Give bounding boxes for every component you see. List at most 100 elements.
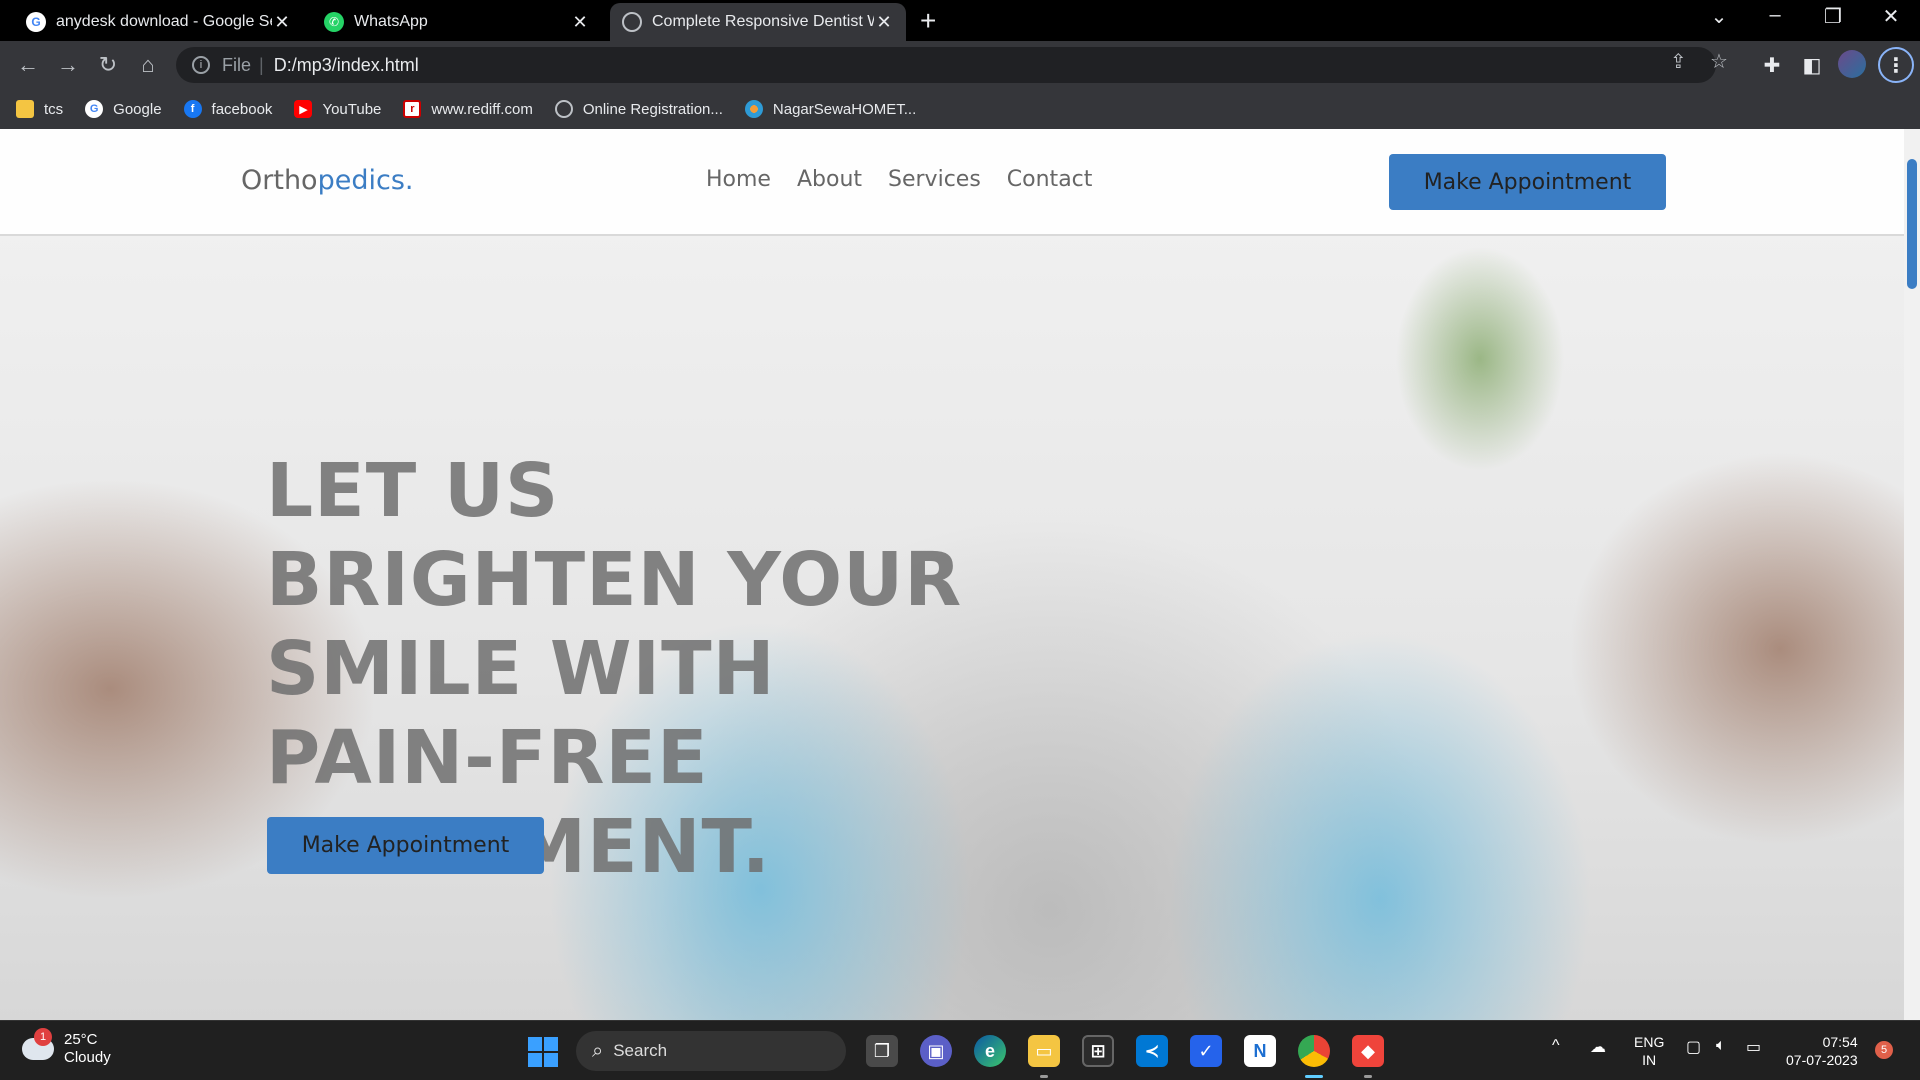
bookmark-youtube[interactable]: ▶ YouTube: [294, 100, 381, 118]
reload-icon[interactable]: ↻: [94, 51, 122, 79]
extensions-icon[interactable]: ✚: [1758, 51, 1786, 79]
edge-icon[interactable]: e: [974, 1035, 1006, 1067]
notion-like-app-icon[interactable]: N: [1244, 1035, 1276, 1067]
clock-date: 07-07-2023: [1786, 1052, 1858, 1068]
tab-title: anydesk download - Google Sear: [56, 13, 272, 30]
new-tab-button[interactable]: +: [920, 6, 936, 36]
todo-icon[interactable]: ✓: [1190, 1035, 1222, 1067]
vscode-icon[interactable]: ≺: [1136, 1035, 1168, 1067]
close-icon[interactable]: ✕: [272, 12, 292, 33]
globe-icon: [554, 100, 573, 118]
close-icon[interactable]: ✕: [570, 12, 590, 33]
site-header: Orthopedics. Home About Services Contact…: [0, 129, 1904, 236]
close-window-button[interactable]: ✕: [1868, 4, 1914, 29]
minimize-button[interactable]: –: [1752, 4, 1798, 27]
file-explorer-icon[interactable]: ▭: [1028, 1035, 1060, 1067]
bookmark-label: facebook: [211, 100, 273, 118]
task-view-icon[interactable]: ❐: [866, 1035, 898, 1067]
hero-make-appointment-button[interactable]: Make Appointment: [267, 817, 544, 874]
header-make-appointment-button[interactable]: Make Appointment: [1389, 154, 1666, 210]
tab-whatsapp[interactable]: ✆ WhatsApp ✕: [312, 3, 602, 41]
scrollbar-thumb[interactable]: [1907, 159, 1917, 289]
profile-avatar[interactable]: [1838, 50, 1866, 78]
volume-icon[interactable]: 🔈︎: [1716, 1037, 1726, 1055]
tab-anydesk-search[interactable]: G anydesk download - Google Sear ✕: [14, 3, 304, 41]
bookmark-label: NagarSewaHOMET...: [772, 100, 917, 118]
browser-tab-strip: G anydesk download - Google Sear ✕ ✆ Wha…: [0, 0, 1920, 41]
bookmark-label: www.rediff.com: [431, 100, 533, 118]
nav-contact[interactable]: Contact: [1007, 167, 1093, 192]
bookmark-label: Google: [113, 100, 162, 118]
bookmark-google[interactable]: G Google: [85, 100, 162, 118]
main-nav: Home About Services Contact: [706, 167, 1118, 192]
restore-button[interactable]: ❐: [1810, 4, 1856, 29]
address-separator: |: [259, 54, 264, 75]
logo-accent-text: pedics.: [317, 165, 414, 196]
battery-icon[interactable]: ▭: [1746, 1037, 1761, 1057]
home-icon[interactable]: ⌂: [134, 51, 162, 79]
browser-menu-icon[interactable]: ⋮: [1878, 47, 1914, 83]
bookmark-label: Online Registration...: [582, 100, 723, 118]
nav-services[interactable]: Services: [888, 167, 981, 192]
close-icon[interactable]: ✕: [874, 12, 894, 33]
nagarsewa-icon: [744, 100, 763, 118]
info-icon[interactable]: i: [192, 56, 210, 74]
notification-badge[interactable]: 5: [1875, 1041, 1893, 1059]
nav-home[interactable]: Home: [706, 167, 771, 192]
address-bar[interactable]: i File | D:/mp3/index.html: [176, 47, 1716, 83]
chevron-up-icon[interactable]: ^: [1552, 1037, 1560, 1055]
bookmark-rediff[interactable]: r www.rediff.com: [403, 100, 533, 118]
weather-temp: 25°C: [64, 1031, 98, 1048]
anydesk-icon[interactable]: ◆: [1352, 1035, 1384, 1067]
site-logo[interactable]: Orthopedics.: [241, 165, 413, 196]
search-label: Search: [613, 1041, 668, 1060]
bookmark-facebook[interactable]: f facebook: [183, 100, 273, 118]
globe-icon: [622, 12, 642, 32]
rediff-icon: r: [403, 100, 422, 118]
tab-title: Complete Responsive Dentist We: [652, 13, 874, 30]
windows-logo-tile: [544, 1037, 558, 1051]
page-scrollbar[interactable]: [1904, 129, 1920, 1020]
browser-toolbar: ← → ↻ ⌂ i File | D:/mp3/index.html ⇪ ☆ ✚…: [0, 41, 1920, 89]
bookmark-label: YouTube: [322, 100, 382, 118]
network-icon[interactable]: ▢: [1686, 1037, 1701, 1057]
tab-title: WhatsApp: [354, 13, 428, 30]
address-scheme: File: [222, 54, 252, 75]
share-icon[interactable]: ⇪: [1670, 49, 1687, 74]
search-icon: ⌕: [592, 1039, 604, 1062]
language-indicator[interactable]: ENG IN: [1634, 1033, 1664, 1069]
running-indicator-active: [1305, 1075, 1323, 1078]
onedrive-cloud-icon[interactable]: ☁: [1590, 1037, 1606, 1057]
bookmark-online-registration[interactable]: Online Registration...: [554, 100, 723, 118]
system-clock[interactable]: 07:54 07-07-2023: [1786, 1033, 1858, 1069]
weather-widget[interactable]: 1 25°C Cloudy: [22, 1028, 111, 1067]
start-button[interactable]: [528, 1037, 558, 1067]
running-indicator: [1040, 1075, 1048, 1078]
whatsapp-icon: ✆: [324, 12, 344, 32]
tab-dentist-website[interactable]: Complete Responsive Dentist We ✕: [610, 3, 906, 41]
windows-logo-tile: [528, 1037, 542, 1051]
windows-logo-tile: [544, 1053, 558, 1067]
bookmark-tcs[interactable]: tcs: [16, 100, 63, 118]
weather-badge: 1: [34, 1028, 52, 1046]
forward-icon[interactable]: →: [54, 51, 82, 79]
bookmarks-bar: tcs G Google f facebook ▶ YouTube r www.…: [0, 89, 1920, 129]
side-panel-icon[interactable]: ◧: [1798, 51, 1826, 79]
bookmark-nagarsewa[interactable]: NagarSewaHOMET...: [744, 100, 917, 118]
weather-condition: Cloudy: [64, 1049, 111, 1066]
teams-chat-icon[interactable]: ▣: [920, 1035, 952, 1067]
back-icon[interactable]: ←: [14, 51, 42, 79]
language-region: IN: [1642, 1052, 1657, 1068]
tab-search-icon[interactable]: ⌄: [1696, 4, 1742, 29]
nav-about[interactable]: About: [797, 167, 862, 192]
bookmark-star-icon[interactable]: ☆: [1710, 49, 1728, 74]
address-url[interactable]: D:/mp3/index.html: [274, 55, 419, 76]
google-icon: G: [85, 100, 104, 118]
language-code: ENG: [1634, 1034, 1665, 1050]
page-viewport: Orthopedics. Home About Services Contact…: [0, 129, 1920, 1020]
taskbar-search[interactable]: ⌕ Search: [576, 1031, 846, 1071]
clock-time: 07:54: [1822, 1034, 1858, 1050]
chrome-icon[interactable]: [1298, 1035, 1330, 1067]
cloud-icon: 1: [22, 1028, 54, 1060]
microsoft-store-icon[interactable]: ⊞: [1082, 1035, 1114, 1067]
